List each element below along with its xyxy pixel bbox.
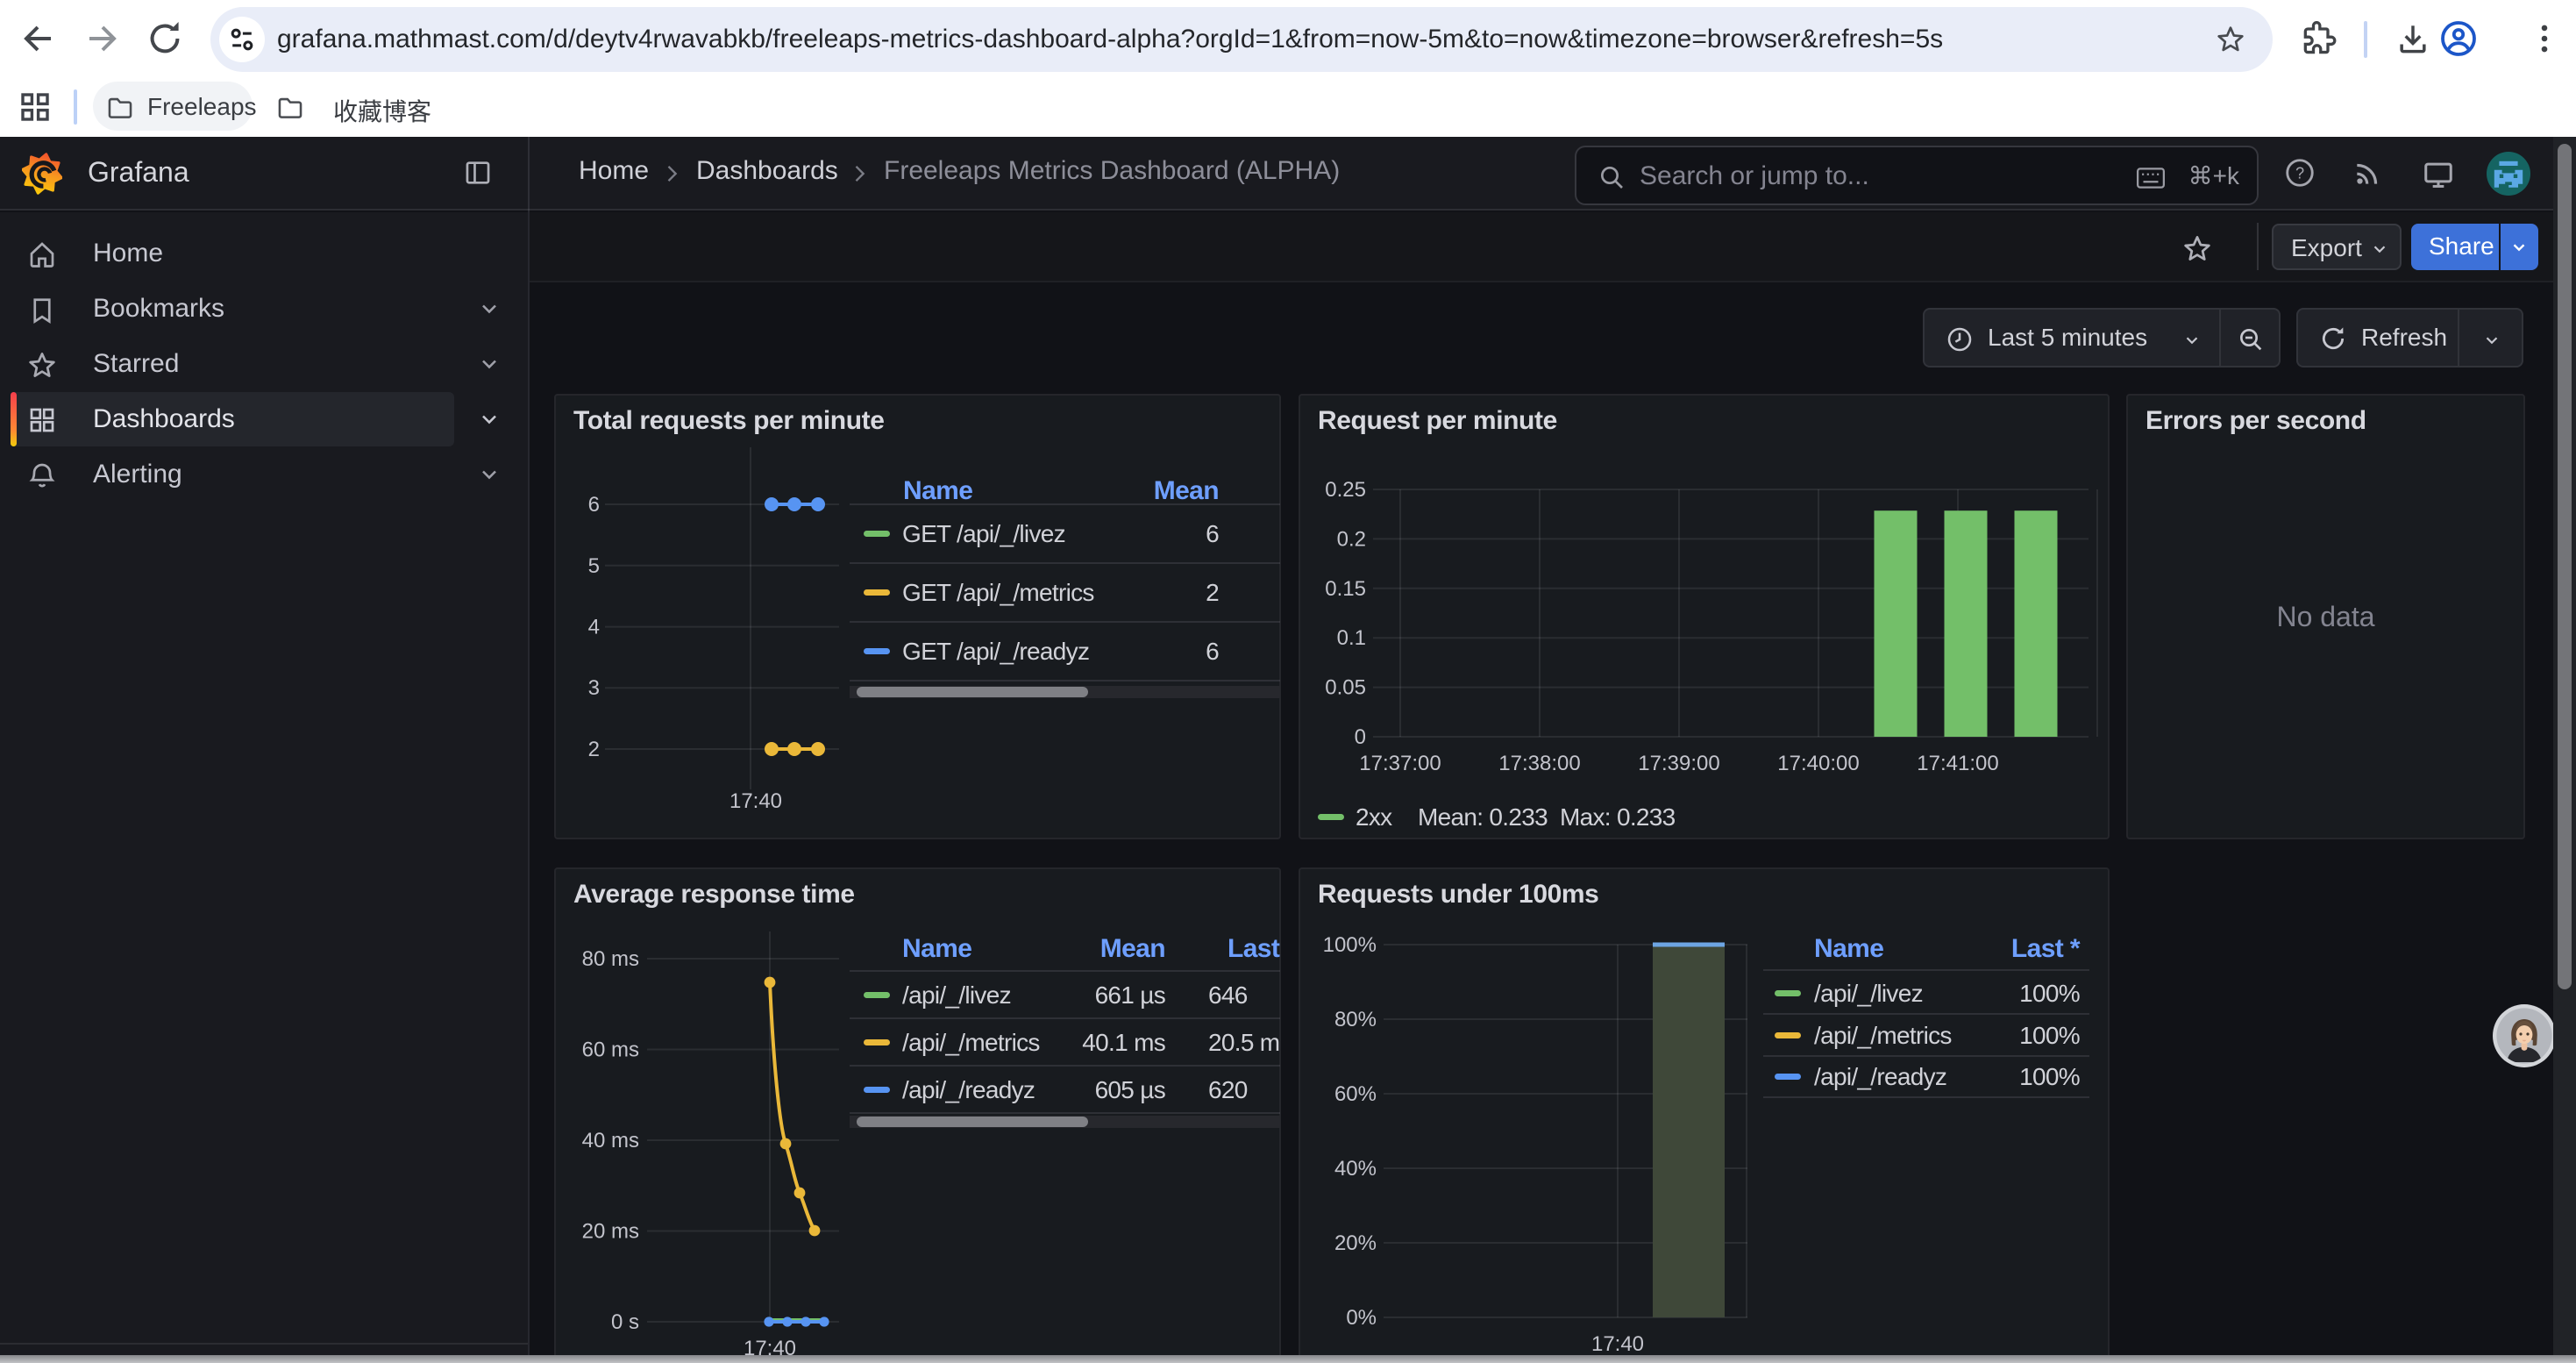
- svg-text:Last *: Last *: [1228, 934, 1280, 963]
- svg-text:Name: Name: [1814, 934, 1883, 963]
- svg-text:620: 620: [1208, 1076, 1248, 1103]
- svg-text:?: ?: [2295, 165, 2304, 182]
- svg-text:17:40:00: 17:40:00: [1777, 752, 1859, 775]
- svg-text:60%: 60%: [1334, 1082, 1377, 1106]
- svg-text:80 ms: 80 ms: [582, 947, 639, 971]
- svg-text:GET /api/_/metrics: GET /api/_/metrics: [902, 579, 1094, 606]
- svg-text:Mean: Mean: [1100, 934, 1165, 963]
- svg-text:17:41:00: 17:41:00: [1917, 752, 1998, 775]
- svg-text:4: 4: [588, 616, 600, 639]
- svg-text:100%: 100%: [1323, 933, 1377, 957]
- svg-text:/api/_/livez: /api/_/livez: [1814, 980, 1923, 1007]
- svg-text:/api/_/metrics: /api/_/metrics: [902, 1029, 1040, 1056]
- svg-text:6: 6: [1206, 638, 1219, 665]
- svg-text:3: 3: [588, 676, 600, 700]
- svg-text:/api/_/readyz: /api/_/readyz: [1814, 1063, 1946, 1090]
- svg-text:2: 2: [588, 738, 600, 761]
- svg-text:20%: 20%: [1334, 1231, 1377, 1255]
- svg-text:2: 2: [1206, 579, 1219, 606]
- svg-text:100%: 100%: [2019, 1063, 2080, 1090]
- svg-text:40 ms: 40 ms: [582, 1129, 639, 1152]
- svg-text:2xx: 2xx: [1356, 803, 1392, 831]
- svg-text:Max: 0.233: Max: 0.233: [1560, 803, 1676, 831]
- svg-text:100%: 100%: [2019, 980, 2080, 1007]
- svg-text:20.5 ms: 20.5 ms: [1208, 1029, 1280, 1056]
- svg-text:17:40: 17:40: [1591, 1332, 1644, 1356]
- svg-text:20 ms: 20 ms: [582, 1220, 639, 1244]
- svg-text:0.1: 0.1: [1337, 626, 1366, 650]
- svg-text:GET /api/_/livez: GET /api/_/livez: [902, 520, 1065, 547]
- svg-text:Last *: Last *: [2011, 934, 2081, 963]
- svg-text:0.25: 0.25: [1325, 478, 1366, 502]
- svg-text:40%: 40%: [1334, 1157, 1377, 1181]
- svg-text:0%: 0%: [1346, 1306, 1377, 1330]
- svg-text:Name: Name: [902, 934, 971, 963]
- svg-text:Mean: 0.233: Mean: 0.233: [1418, 803, 1548, 831]
- svg-text:100%: 100%: [2019, 1022, 2080, 1049]
- svg-text:GET /api/_/readyz: GET /api/_/readyz: [902, 638, 1089, 665]
- svg-text:60 ms: 60 ms: [582, 1038, 639, 1062]
- svg-text:6: 6: [1206, 520, 1219, 547]
- svg-text:0.05: 0.05: [1325, 676, 1366, 700]
- svg-text:Name: Name: [903, 476, 972, 505]
- svg-text:0: 0: [1355, 725, 1366, 749]
- svg-text:646: 646: [1208, 981, 1248, 1009]
- svg-text:661 µs: 661 µs: [1095, 981, 1165, 1009]
- svg-text:Mean: Mean: [1154, 476, 1219, 505]
- svg-text:5: 5: [588, 554, 600, 578]
- svg-text:0.15: 0.15: [1325, 577, 1366, 601]
- svg-text:0.2: 0.2: [1337, 527, 1366, 551]
- svg-text:17:39:00: 17:39:00: [1638, 752, 1719, 775]
- svg-text:80%: 80%: [1334, 1008, 1377, 1031]
- svg-text:/api/_/metrics: /api/_/metrics: [1814, 1022, 1952, 1049]
- svg-text:6: 6: [588, 493, 600, 517]
- svg-text:/api/_/readyz: /api/_/readyz: [902, 1076, 1035, 1103]
- svg-text:605 µs: 605 µs: [1095, 1076, 1165, 1103]
- svg-text:17:37:00: 17:37:00: [1359, 752, 1441, 775]
- svg-text:40.1 ms: 40.1 ms: [1082, 1029, 1165, 1056]
- svg-text:17:38:00: 17:38:00: [1498, 752, 1580, 775]
- svg-text:0 s: 0 s: [611, 1310, 639, 1334]
- svg-text:17:40: 17:40: [729, 789, 782, 813]
- svg-text:/api/_/livez: /api/_/livez: [902, 981, 1011, 1009]
